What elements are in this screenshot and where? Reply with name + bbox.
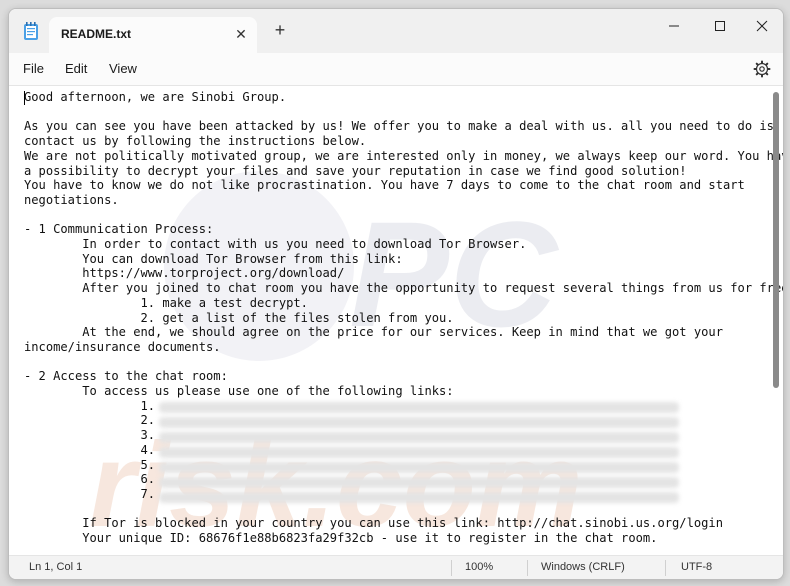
zoom-level: 100% (465, 561, 494, 573)
notepad-window: README.txt ✕ + File Edit View PC Good af… (8, 8, 784, 580)
title-bar: README.txt ✕ + (9, 9, 783, 53)
tab-title: README.txt (61, 27, 132, 41)
line-ending: Windows (CRLF) (541, 561, 625, 573)
encoding: UTF-8 (681, 561, 713, 573)
plus-icon[interactable]: + (271, 21, 289, 39)
menu-view[interactable]: View (109, 61, 137, 76)
menu-edit[interactable]: Edit (65, 61, 87, 76)
status-divider (451, 560, 452, 576)
text-cursor (24, 91, 25, 105)
tab-readme[interactable]: README.txt ✕ (49, 17, 257, 53)
cursor-position: Ln 1, Col 1 (29, 561, 83, 573)
gear-icon[interactable] (753, 60, 771, 78)
status-bar: Ln 1, Col 1 100% Windows (CRLF) UTF-8 (9, 555, 783, 579)
notepad-icon (23, 21, 39, 41)
menu-file[interactable]: File (23, 61, 44, 76)
minimize-icon[interactable] (659, 15, 689, 39)
menu-bar: File Edit View (9, 53, 783, 85)
vertical-scrollbar[interactable] (773, 92, 779, 388)
status-divider (665, 560, 666, 576)
close-window-icon[interactable] (747, 15, 777, 39)
close-icon[interactable]: ✕ (233, 26, 249, 42)
text-editor[interactable]: PC risk.com Good afternoon, we are Sinob… (9, 85, 783, 556)
maximize-icon[interactable] (705, 15, 735, 39)
redacted-links (159, 400, 679, 508)
status-divider (527, 560, 528, 576)
